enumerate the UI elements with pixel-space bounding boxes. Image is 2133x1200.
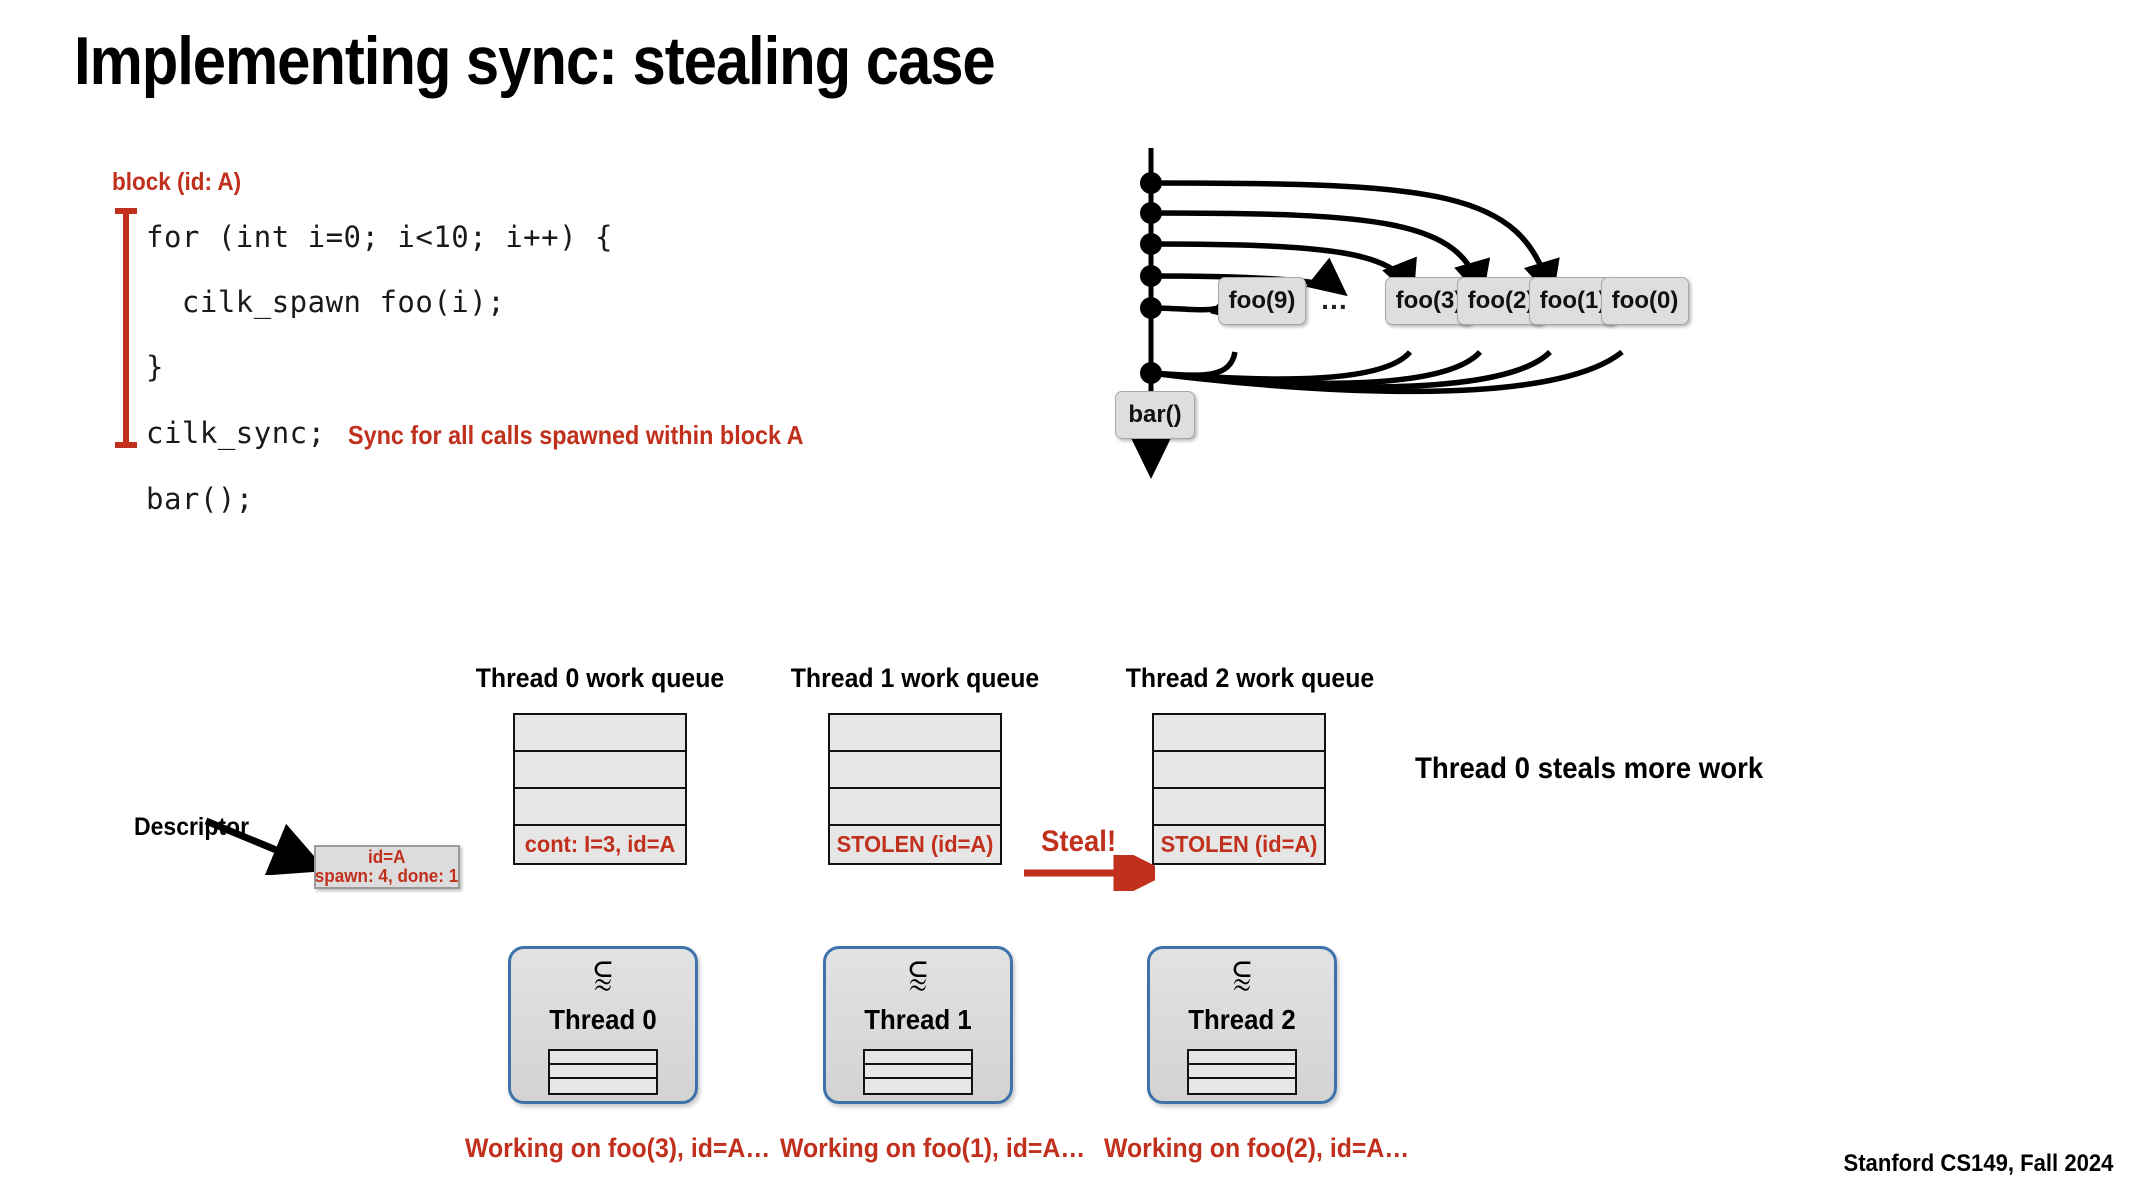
thread-label: Thread 1 (864, 1004, 972, 1035)
code-line-cilk-sync: cilk_sync; (146, 416, 326, 450)
block-id-label: block (id: A) (112, 168, 242, 196)
thread-stack-icon (1187, 1049, 1297, 1095)
thread-stack-icon (863, 1049, 973, 1095)
ellipsis: … (1320, 284, 1351, 315)
queue-cell[interactable] (515, 752, 685, 789)
thread-box-2[interactable]: ⫉ Thread 2 (1147, 946, 1337, 1104)
spawn-box-label: foo(3) (1395, 287, 1463, 314)
sync-annotation: Sync for all calls spawned within block … (348, 420, 804, 450)
thread-caption-1: Working on foo(1), id=A… (780, 1133, 1086, 1163)
queue-cell[interactable] (830, 715, 1000, 752)
thread-caption-2: Working on foo(2), id=A… (1104, 1133, 1410, 1163)
slide-footer: Stanford CS149, Fall 2024 (1843, 1150, 2113, 1177)
work-queue-thread2: STOLEN (id=A) (1152, 713, 1326, 865)
queue-cell[interactable] (515, 715, 685, 752)
queue-cell[interactable] (830, 789, 1000, 826)
steam-squiggle-icon: ⫉ (908, 951, 928, 1000)
continuation-box-bar: bar() (1115, 391, 1195, 439)
steal-note: Thread 0 steals more work (1415, 752, 1764, 785)
spawn-box-label: foo(9) (1228, 287, 1296, 314)
queue-title-thread0: Thread 0 work queue (475, 663, 725, 693)
thread-box-1[interactable]: ⫉ Thread 1 (823, 946, 1013, 1104)
queue-cell-stolen[interactable]: STOLEN (id=A) (834, 826, 996, 863)
queue-cell-continuation[interactable]: cont: I=3, id=A (519, 826, 681, 863)
descriptor-id: id=A (368, 847, 406, 868)
steam-squiggle-icon: ⫉ (1232, 951, 1252, 1000)
queue-cell-stolen[interactable]: STOLEN (id=A) (1158, 826, 1320, 863)
spawn-box-foo9: foo(9) (1218, 277, 1306, 325)
descriptor-counts: spawn: 4, done: 1 (315, 866, 459, 886)
queue-cell[interactable] (1154, 752, 1324, 789)
code-line-bar: bar(); (146, 482, 254, 516)
spawn-graph: foo(9) … foo(3) foo(2) foo(1) foo(0) bar… (1080, 130, 2080, 630)
descriptor-box: id=A spawn: 4, done: 1 (314, 845, 460, 889)
code-line-close-brace: } (146, 350, 164, 384)
continuation-box-label: bar() (1128, 401, 1182, 428)
spawn-box-label: foo(0) (1611, 287, 1679, 314)
work-queue-thread1: STOLEN (id=A) (828, 713, 1002, 865)
queue-cell[interactable] (1154, 789, 1324, 826)
page-title: Implementing sync: stealing case (74, 23, 996, 99)
queue-title-thread1: Thread 1 work queue (790, 663, 1040, 693)
queue-cell[interactable] (515, 789, 685, 826)
work-queue-thread0: cont: I=3, id=A (513, 713, 687, 865)
block-bracket-icon (115, 208, 137, 448)
code-line-for: for (int i=0; i<10; i++) { (146, 220, 613, 254)
thread-stack-icon (548, 1049, 658, 1095)
queue-title-thread2: Thread 2 work queue (1125, 663, 1375, 693)
steam-squiggle-icon: ⫉ (593, 951, 613, 1000)
spawn-box-label: foo(1) (1539, 287, 1607, 314)
steal-arrow-icon (1024, 855, 1155, 891)
thread-caption-0: Working on foo(3), id=A… (465, 1133, 771, 1163)
spawn-box-label: foo(2) (1467, 287, 1535, 314)
descriptor-arrow-icon (204, 817, 320, 875)
spawn-box-foo0: foo(0) (1601, 277, 1689, 325)
steal-label: Steal! (1041, 825, 1117, 858)
queue-cell[interactable] (830, 752, 1000, 789)
queue-cell[interactable] (1154, 715, 1324, 752)
thread-label: Thread 0 (549, 1004, 657, 1035)
thread-label: Thread 2 (1188, 1004, 1296, 1035)
code-line-cilk-spawn: cilk_spawn foo(i); (146, 285, 506, 319)
thread-box-0[interactable]: ⫉ Thread 0 (508, 946, 698, 1104)
